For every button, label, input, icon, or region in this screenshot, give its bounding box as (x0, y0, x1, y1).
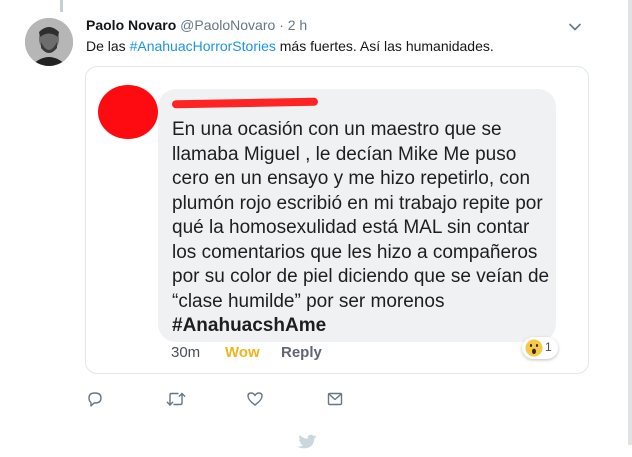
tweet-text-start: De las (86, 38, 130, 54)
comment-text: En una ocasión con un maestro que se lla… (172, 118, 552, 339)
comment-time: 30m (171, 344, 201, 361)
wow-emoji-icon (525, 339, 543, 357)
author-name[interactable]: Paolo Novaro (86, 17, 176, 33)
reaction-summary: 1 (522, 337, 558, 359)
tweet-text: De las #AnahuacHorrorStories más fuertes… (86, 38, 494, 54)
timeline-border (628, 0, 632, 445)
chevron-down-icon[interactable] (568, 20, 582, 34)
like-icon[interactable] (246, 390, 264, 408)
wow-reaction-label: Wow (225, 344, 260, 361)
reply-icon[interactable] (86, 390, 104, 408)
tweet-actions (0, 390, 632, 410)
tweet-header: Paolo Novaro @PaoloNovaro · 2 h (86, 17, 307, 33)
tweet-text-end: más fuertes. Así las humanidades. (275, 38, 494, 54)
separator-dot: · (279, 17, 284, 33)
comment-text-body: En una ocasión con un maestro que se lla… (172, 119, 550, 312)
comment-hashtag: #AnahuacshAme (172, 315, 327, 336)
twitter-bird-icon (296, 434, 318, 452)
hashtag-link[interactable]: #AnahuacHorrorStories (130, 38, 276, 54)
thread-connector-line (60, 0, 63, 12)
reaction-count: 1 (545, 340, 552, 354)
avatar[interactable] (25, 18, 73, 66)
redacted-avatar (98, 85, 158, 139)
redacted-commenter-name (171, 97, 319, 109)
comment-bubble: En una ocasión con un maestro que se lla… (158, 89, 556, 342)
attached-screenshot[interactable]: En una ocasión con un maestro que se lla… (85, 66, 589, 374)
author-handle[interactable]: @PaoloNovaro (180, 17, 275, 33)
tweet-timestamp[interactable]: 2 h (288, 17, 307, 33)
avatar-photo (25, 18, 73, 66)
message-icon[interactable] (326, 390, 344, 408)
retweet-icon[interactable] (165, 390, 187, 408)
reply-label: Reply (281, 344, 322, 361)
